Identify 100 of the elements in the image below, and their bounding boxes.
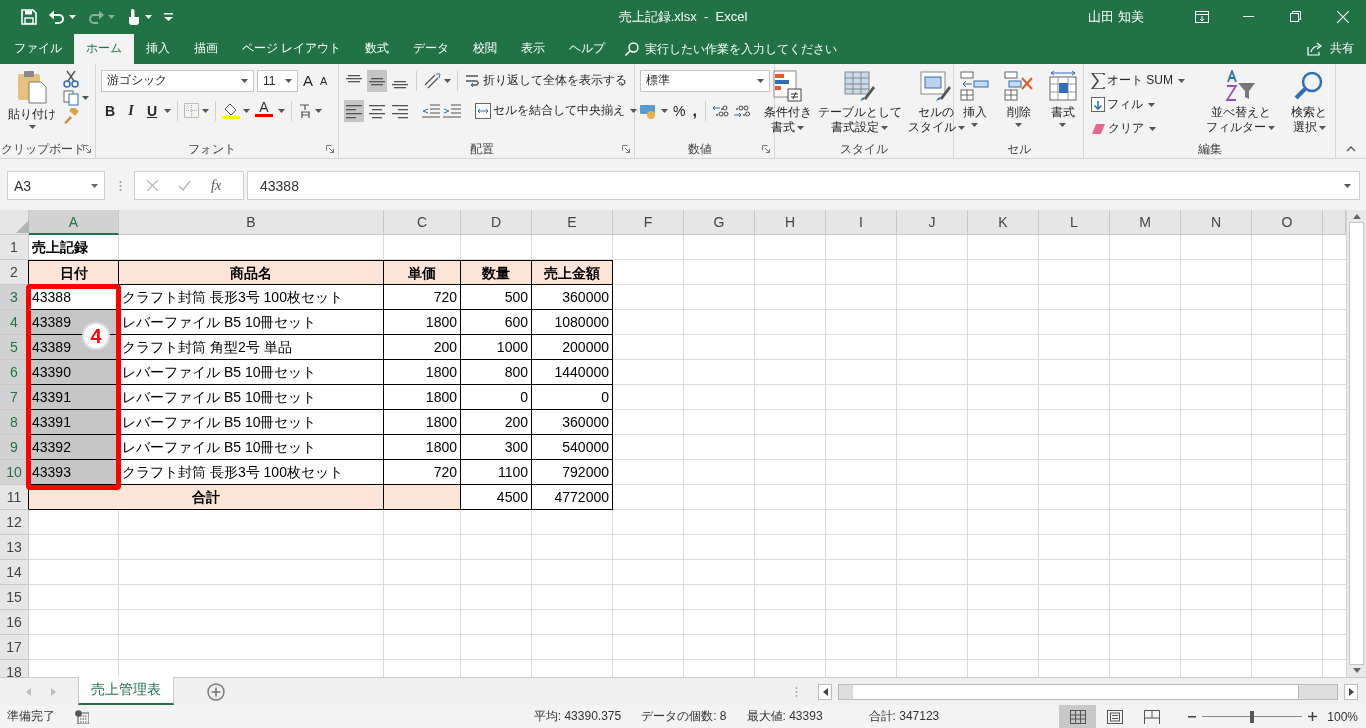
table-cell: 720 (384, 285, 461, 311)
table-cell: レバーファイル B5 10冊セット (119, 385, 384, 411)
ribbon-tab[interactable]: ファイル (2, 33, 74, 64)
row-header[interactable]: 18 (0, 660, 29, 678)
merge-center-button[interactable]: セルを結合して中央揃え (473, 99, 627, 122)
bold-button[interactable]: B (101, 99, 119, 122)
table-cell: 43390 (29, 360, 119, 386)
column-header[interactable]: L (1039, 210, 1110, 236)
percent-button[interactable]: % (671, 99, 688, 122)
ribbon-tab[interactable]: 校閲 (461, 33, 510, 64)
row-header[interactable]: 14 (0, 560, 29, 586)
status-stat: 最大値: 43393 (746, 708, 823, 725)
column-header[interactable]: E (532, 210, 613, 236)
total-label: 合計 (29, 485, 384, 511)
table-cell: 1000 (461, 335, 532, 361)
row-header[interactable]: 16 (0, 610, 29, 636)
table-cell: 1100 (461, 460, 532, 486)
column-header[interactable]: N (1181, 210, 1252, 236)
group-label: 数値 (687, 141, 712, 157)
sheet-tab[interactable]: 売上管理表 (78, 677, 174, 705)
ribbon-tab[interactable]: 描画 (182, 33, 230, 64)
column-header[interactable]: F (613, 210, 684, 236)
table-cell: クラフト封筒 角型2号 単品 (119, 335, 384, 361)
table-cell: 200000 (532, 335, 613, 361)
column-header[interactable]: O (1252, 210, 1323, 236)
column-header[interactable]: K (968, 210, 1039, 236)
table-cell: 1800 (384, 435, 461, 461)
zoom-level[interactable]: 100% (1327, 709, 1358, 724)
table-cell: 600 (461, 310, 532, 336)
status-stat: 合計: 347123 (868, 708, 940, 725)
share-button[interactable]: 共有 (1330, 40, 1354, 58)
font-color-button[interactable]: A (253, 99, 275, 122)
grow-font-button[interactable]: A (301, 69, 315, 92)
user-name[interactable]: 山田 知美 (1088, 7, 1144, 26)
cells-button[interactable]: 削除 (1000, 69, 1037, 140)
column-header[interactable]: J (897, 210, 968, 236)
ribbon-tab[interactable]: 数式 (353, 33, 402, 64)
table-cell: 1800 (384, 410, 461, 436)
column-header[interactable]: M (1110, 210, 1181, 236)
row-header[interactable]: 1 (0, 235, 29, 261)
group-label: クリップボード (0, 141, 85, 157)
status-text: 準備完了 (7, 708, 55, 725)
ribbon-tab[interactable]: 表示 (509, 33, 558, 64)
shrink-font-button[interactable]: A (318, 69, 330, 92)
table-cell: 500 (461, 285, 532, 311)
ribbon-tab[interactable]: 挿入 (134, 33, 182, 64)
column-header[interactable]: I (826, 210, 897, 236)
column-header[interactable]: G (684, 210, 755, 236)
insert-function-button[interactable]: fx (211, 177, 222, 194)
ribbon-tab[interactable]: データ (401, 33, 462, 64)
table-cell: 800 (461, 360, 532, 386)
formula-value: 43388 (260, 177, 299, 194)
status-stat: データの個数: 8 (641, 708, 727, 725)
ribbon-tab[interactable]: ページ レイアウト (230, 33, 354, 64)
row-header[interactable]: 2 (0, 260, 29, 286)
font-name-dropdown[interactable]: 游ゴシック (101, 69, 254, 92)
table-cell: 540000 (532, 435, 613, 461)
column-header[interactable]: A (29, 210, 119, 236)
column-header[interactable]: C (384, 210, 461, 236)
number-format-dropdown[interactable]: 標準 (640, 69, 770, 92)
tell-me-field[interactable]: 実行したい作業を入力してください (645, 41, 946, 56)
table-cell: 43393 (29, 460, 119, 486)
table-cell: 43391 (29, 385, 119, 411)
table-cell: 43391 (29, 410, 119, 436)
column-header[interactable]: B (119, 210, 384, 236)
column-heading: 単価 (384, 260, 461, 286)
cells-button[interactable]: 挿入 (956, 69, 993, 140)
fill-button[interactable]: フィル (1089, 93, 1145, 116)
row-header[interactable]: 12 (0, 510, 29, 536)
table-cell: 1800 (384, 310, 461, 336)
autosum-button[interactable]: オート SUM (1089, 69, 1175, 92)
table-cell: 1800 (384, 385, 461, 411)
column-header[interactable]: D (461, 210, 532, 236)
paste-button[interactable]: 貼り付け (5, 69, 59, 140)
clear-button[interactable]: クリア (1089, 117, 1146, 140)
wrap-text-button[interactable]: 折り返して全体を表示する (463, 69, 629, 92)
comma-button[interactable]: , (690, 99, 699, 122)
formula-field[interactable]: 43388 (247, 171, 1360, 201)
style-button[interactable]: テーブルとして 書式設定 (814, 69, 905, 140)
cells-button[interactable]: 書式 (1044, 69, 1081, 140)
table-cell: レバーファイル B5 10冊セット (119, 360, 384, 386)
name-box[interactable]: A3 (7, 171, 105, 201)
row-header[interactable]: 13 (0, 535, 29, 561)
find-select-button[interactable]: 検索と 選択 (1288, 69, 1330, 140)
ribbon-tab[interactable]: ヘルプ (557, 33, 618, 64)
table-cell: 300 (461, 435, 532, 461)
sort-filter-button[interactable]: 並べ替えと フィルター (1203, 69, 1278, 140)
underline-button[interactable]: U (143, 99, 161, 122)
table-cell-text: 売上記録 (31, 238, 89, 258)
row-header[interactable]: 11 (0, 485, 29, 511)
column-header[interactable]: H (755, 210, 826, 236)
group-label: フォント (188, 141, 236, 157)
table-cell: 360000 (532, 410, 613, 436)
row-header[interactable]: 15 (0, 585, 29, 611)
ribbon-tab[interactable]: ホーム (74, 33, 134, 64)
font-size-dropdown[interactable]: 11 (257, 69, 298, 92)
italic-button[interactable]: I (122, 99, 140, 122)
status-stat: 平均: 43390.375 (533, 708, 622, 725)
row-header[interactable]: 17 (0, 635, 29, 661)
table-cell: クラフト封筒 長形3号 100枚セット (119, 285, 384, 311)
